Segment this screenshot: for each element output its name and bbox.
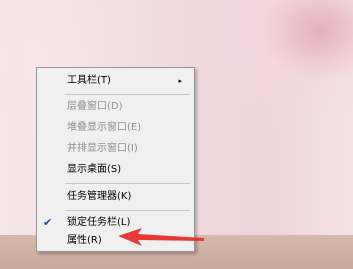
- menu-item-task-manager[interactable]: 任务管理器(K): [37, 187, 194, 207]
- menu-item-label: 工具栏(T): [67, 75, 111, 86]
- red-arrow-annotation-icon: [118, 228, 204, 246]
- menu-item-label: 显示桌面(S): [67, 164, 122, 175]
- submenu-arrow-icon: ▸: [178, 77, 182, 85]
- menu-item-side-by-side-windows: 并排显示窗口(I): [37, 139, 194, 159]
- wallpaper-flower: [250, 0, 353, 90]
- menu-separator: [65, 94, 190, 95]
- checkmark-icon: ✔: [43, 216, 53, 229]
- menu-item-toolbars[interactable]: 工具栏(T) ▸: [37, 71, 194, 91]
- menu-item-label: 层叠窗口(D): [67, 101, 123, 112]
- taskbar-context-menu: 工具栏(T) ▸ 层叠窗口(D) 堆叠显示窗口(E) 并排显示窗口(I) 显示桌…: [36, 67, 195, 252]
- menu-item-stack-windows: 堆叠显示窗口(E): [37, 118, 194, 138]
- menu-separator: [65, 210, 190, 211]
- menu-item-label: 任务管理器(K): [67, 191, 132, 202]
- menu-item-label: 并排显示窗口(I): [67, 143, 138, 154]
- menu-item-label: 属性(R): [67, 235, 102, 246]
- menu-item-label: 堆叠显示窗口(E): [67, 122, 142, 133]
- menu-separator: [65, 183, 190, 184]
- menu-item-cascade-windows: 层叠窗口(D): [37, 97, 194, 117]
- menu-item-show-desktop[interactable]: 显示桌面(S): [37, 160, 194, 180]
